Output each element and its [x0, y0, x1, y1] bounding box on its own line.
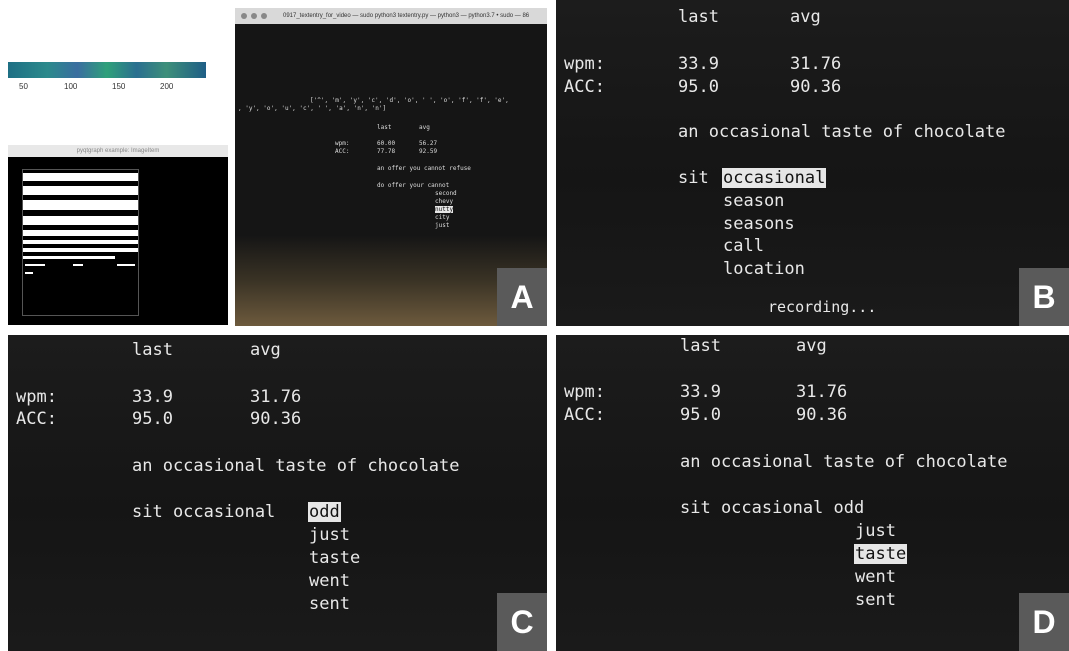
- recording-status: recording...: [768, 298, 877, 316]
- panel-badge-a: A: [497, 268, 547, 326]
- strip-tick: 50: [19, 82, 28, 91]
- image-item: [22, 169, 139, 316]
- suggestion-item[interactable]: went: [855, 566, 896, 589]
- col-last-label: last: [132, 340, 173, 360]
- target-sentence: an occasional taste of chocolate: [680, 452, 1008, 472]
- wpm-last-value: 33.9: [132, 387, 173, 407]
- panel-a: 50 100 150 200 pyqtgraph example: ImageI…: [0, 0, 547, 326]
- suggestion-item[interactable]: just: [435, 222, 449, 229]
- suggestion-item[interactable]: call: [723, 235, 764, 258]
- acc-last-value: 77.78: [377, 148, 396, 155]
- panel-d: last avg wpm: 33.9 31.76 ACC: 95.0 90.36…: [556, 335, 1069, 651]
- panel-badge-c: C: [497, 593, 547, 651]
- wpm-avg-value: 31.76: [790, 54, 842, 74]
- suggestion-item[interactable]: chevy: [435, 198, 453, 205]
- suggestion-item[interactable]: city: [435, 214, 449, 221]
- acc-last-value: 95.0: [132, 409, 173, 429]
- acc-avg-value: 90.36: [790, 77, 842, 97]
- wpm-avg-value: 31.76: [796, 382, 848, 402]
- suggestion-item-highlighted[interactable]: occasional: [722, 168, 827, 188]
- wpm-label: wpm:: [335, 140, 350, 147]
- target-sentence: an offer you cannot refuse: [377, 165, 471, 172]
- terminal-b: last avg wpm: 33.9 31.76 ACC: 95.0 90.36…: [556, 0, 1069, 326]
- suggestion-item[interactable]: just: [309, 524, 350, 547]
- col-avg-label: avg: [790, 7, 821, 27]
- suggestion-item[interactable]: location: [723, 258, 805, 281]
- wpm-label: wpm:: [564, 382, 605, 402]
- suggestion-item[interactable]: sent: [855, 589, 896, 612]
- suggestion-item[interactable]: taste: [309, 547, 360, 570]
- wpm-last-value: 60.00: [377, 140, 396, 147]
- panel-badge-b: B: [1019, 268, 1069, 326]
- typed-text: do offer your cannot: [377, 182, 450, 189]
- acc-label: ACC:: [16, 409, 57, 429]
- char-list-line-1: ['^', 'm', 'y', 'c', 'd', 'o', ' ', 'o',…: [310, 97, 509, 104]
- col-avg-label: avg: [419, 124, 430, 131]
- strip-tick: 200: [160, 82, 174, 91]
- wpm-avg-value: 31.76: [250, 387, 302, 407]
- suggestion-item-highlighted[interactable]: taste: [854, 544, 908, 564]
- typed-text: sit: [678, 168, 709, 188]
- typed-text: sit occasional odd: [680, 498, 865, 518]
- target-sentence: an occasional taste of chocolate: [678, 122, 1006, 142]
- wpm-label: wpm:: [564, 54, 605, 74]
- acc-last-value: 95.0: [680, 405, 721, 425]
- panel-badge-d: D: [1019, 593, 1069, 651]
- typed-text: sit occasional: [132, 502, 276, 522]
- acc-avg-value: 90.36: [250, 409, 302, 429]
- wpm-avg-value: 56.27: [419, 140, 438, 147]
- acc-avg-value: 92.59: [419, 148, 438, 155]
- acc-label: ACC:: [564, 405, 605, 425]
- terminal-c: last avg wpm: 33.9 31.76 ACC: 95.0 90.36…: [8, 335, 547, 651]
- suggestion-item[interactable]: went: [309, 570, 350, 593]
- wpm-last-value: 33.9: [678, 54, 719, 74]
- col-avg-label: avg: [796, 336, 827, 356]
- spectrogram-strip: [8, 62, 206, 78]
- suggestion-item[interactable]: sent: [309, 593, 350, 616]
- strip-tick: 150: [112, 82, 126, 91]
- strip-tick: 100: [64, 82, 78, 91]
- acc-avg-value: 90.36: [796, 405, 848, 425]
- panel-b: last avg wpm: 33.9 31.76 ACC: 95.0 90.36…: [556, 0, 1069, 326]
- target-sentence: an occasional taste of chocolate: [132, 456, 460, 476]
- acc-label: ACC:: [564, 77, 605, 97]
- suggestion-item-highlighted[interactable]: odd: [308, 502, 341, 522]
- terminal-title: 0917_textentry_for_video — sudo python3 …: [235, 8, 547, 24]
- suggestion-item[interactable]: second: [435, 190, 457, 197]
- col-last-label: last: [680, 336, 721, 356]
- suggestion-item-highlighted[interactable]: nutty: [435, 206, 454, 213]
- col-last-label: last: [678, 7, 719, 27]
- suggestion-item[interactable]: seasons: [723, 213, 795, 236]
- char-list-line-2: , 'y', 'o', 'u', 'c', ' ', 'a', 'n', 'n'…: [238, 105, 387, 112]
- pyqtgraph-title: pyqtgraph example: ImageItem: [8, 145, 228, 157]
- col-avg-label: avg: [250, 340, 281, 360]
- wpm-label: wpm:: [16, 387, 57, 407]
- acc-last-value: 95.0: [678, 77, 719, 97]
- pyqtgraph-window[interactable]: pyqtgraph example: ImageItem: [8, 145, 228, 325]
- panel-c: last avg wpm: 33.9 31.76 ACC: 95.0 90.36…: [8, 335, 547, 651]
- suggestion-item[interactable]: season: [723, 190, 784, 213]
- wpm-last-value: 33.9: [680, 382, 721, 402]
- terminal-d: last avg wpm: 33.9 31.76 ACC: 95.0 90.36…: [556, 335, 1069, 651]
- suggestion-item[interactable]: just: [855, 520, 896, 543]
- acc-label: ACC:: [335, 148, 350, 155]
- col-last-label: last: [377, 124, 392, 131]
